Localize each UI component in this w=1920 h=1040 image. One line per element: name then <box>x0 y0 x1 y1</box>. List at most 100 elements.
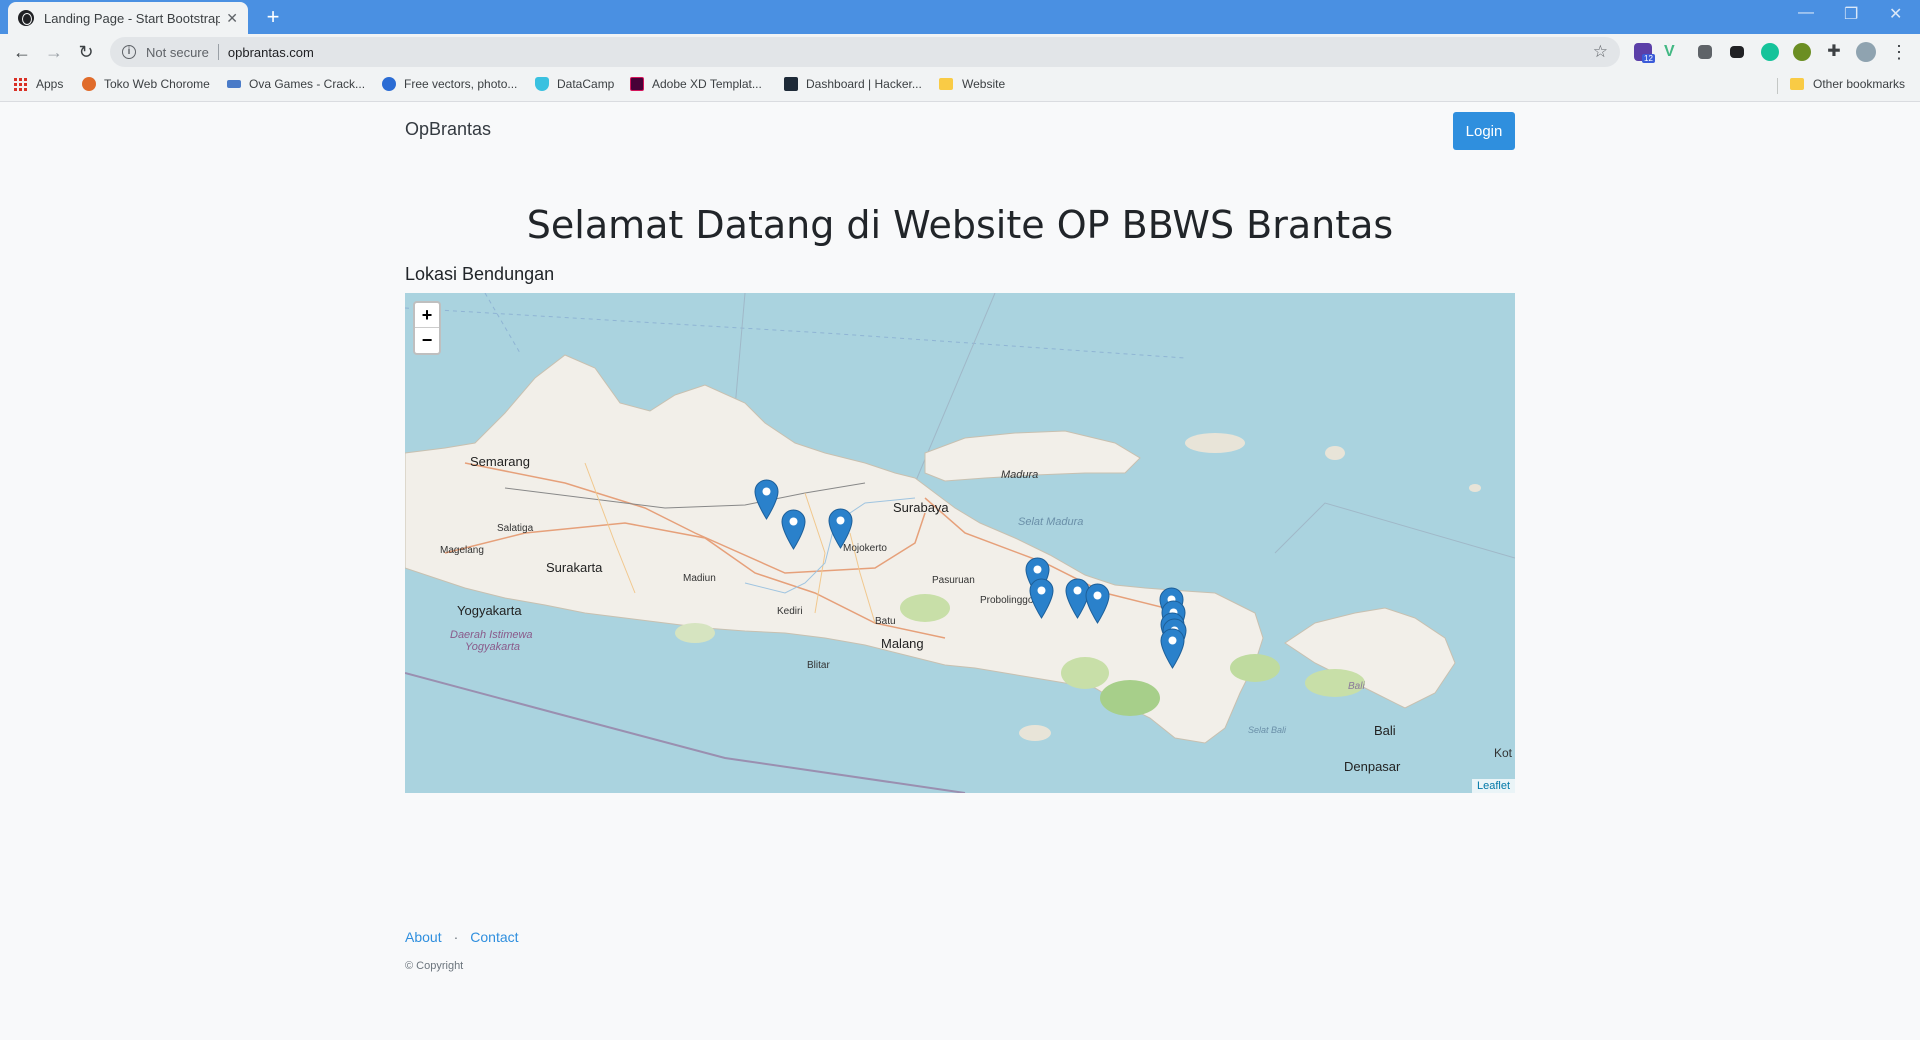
apps-grid-icon <box>14 77 27 91</box>
map-marker-pin-icon[interactable] <box>1160 628 1185 669</box>
restore-icon[interactable]: ❐ <box>1844 4 1858 24</box>
vue-devtools-icon[interactable]: V <box>1664 43 1682 61</box>
map-label: Selat Madura <box>1018 516 1084 528</box>
extension-box-icon[interactable] <box>1730 46 1744 58</box>
footer-contact-link[interactable]: Contact <box>470 929 518 945</box>
bookmark-adobe-xd[interactable]: Adobe XD Templat... <box>630 77 762 91</box>
zoom-control: + − <box>413 301 441 355</box>
map-label: Semarang <box>470 454 530 469</box>
folder-icon <box>1790 78 1804 90</box>
other-bookmarks[interactable]: Other bookmarks <box>1790 77 1905 91</box>
bookmark-favicon-icon <box>82 77 96 91</box>
extensions-puzzle-icon[interactable]: ✚ <box>1825 43 1843 61</box>
map-label: Salatiga <box>497 523 534 534</box>
page-body: OpBrantas Login Selamat Datang di Websit… <box>0 103 1920 1040</box>
bookmark-favicon-icon <box>227 80 241 88</box>
menu-kebab-icon[interactable]: ⋮ <box>1890 43 1908 61</box>
bookmark-favicon-icon <box>382 77 396 91</box>
bookmark-favicon-icon <box>535 77 549 91</box>
bookmarks-bar: Apps Toko Web Chorome Ova Games - Crack.… <box>0 70 1920 102</box>
grammarly-icon[interactable] <box>1761 43 1779 61</box>
map-label: Batu <box>875 616 896 627</box>
footer-about-link[interactable]: About <box>405 929 442 945</box>
extension-globe-icon[interactable] <box>1793 43 1811 61</box>
map-label: Selat Bali <box>1248 725 1287 735</box>
map-marker-pin-icon[interactable] <box>1085 583 1110 624</box>
folder-icon <box>939 78 953 90</box>
map-label: Kediri <box>777 606 803 617</box>
copyright-text: © Copyright <box>405 960 464 972</box>
url-text[interactable]: opbrantas.com <box>228 45 314 60</box>
close-window-icon[interactable]: ✕ <box>1889 4 1902 24</box>
navbar-brand[interactable]: OpBrantas <box>405 119 491 140</box>
map-attribution[interactable]: Leaflet <box>1471 779 1515 793</box>
login-button[interactable]: Login <box>1453 112 1515 150</box>
browser-toolbar: ← → ↻ i Not secure opbrantas.com ☆ 12 V … <box>0 34 1920 70</box>
divider <box>217 44 219 60</box>
map-label: Yogyakarta <box>465 641 521 653</box>
bookmark-label: Adobe XD Templat... <box>652 77 762 91</box>
bookmark-label: Free vectors, photo... <box>404 77 518 91</box>
map-label: Madiun <box>683 573 716 584</box>
bookmark-apps[interactable]: Apps <box>14 77 63 91</box>
footer-separator: · <box>453 929 459 945</box>
profile-avatar[interactable] <box>1856 42 1876 62</box>
map-label: Kot <box>1494 746 1513 760</box>
map-label: Bali <box>1374 723 1396 738</box>
map-label: Daerah Istimewa <box>450 629 533 641</box>
map-view[interactable]: + − Semarang Salatiga Magelang Surakarta… <box>405 293 1515 793</box>
map-marker-pin-icon[interactable] <box>781 509 806 550</box>
bookmark-favicon-icon <box>784 77 798 91</box>
divider <box>1777 78 1778 94</box>
page-title: Selamat Datang di Website OP BBWS Branta… <box>526 203 1394 247</box>
map-label: Denpasar <box>1344 759 1401 774</box>
map-label: Malang <box>881 636 924 651</box>
close-tab-icon[interactable]: ✕ <box>226 10 238 27</box>
globe-icon <box>18 10 34 26</box>
map-marker-pin-icon[interactable] <box>1029 578 1054 619</box>
reload-icon[interactable]: ↻ <box>74 40 98 64</box>
map-heading: Lokasi Bendungan <box>405 264 555 284</box>
map-marker-pin-icon[interactable] <box>828 508 853 549</box>
minimize-icon[interactable]: — <box>1798 4 1814 22</box>
map-label: Pasuruan <box>932 575 975 586</box>
info-icon[interactable]: i <box>122 45 136 59</box>
bookmark-ova-games[interactable]: Ova Games - Crack... <box>227 77 365 91</box>
map-label: Madura <box>1001 469 1039 481</box>
bookmark-hacker[interactable]: Dashboard | Hacker... <box>784 77 922 91</box>
bookmark-label: Dashboard | Hacker... <box>806 77 922 91</box>
security-label: Not secure <box>146 44 209 60</box>
footer-nav: About · Contact <box>405 929 519 945</box>
bookmark-star-icon[interactable]: ☆ <box>1593 42 1608 62</box>
back-icon[interactable]: ← <box>10 40 34 64</box>
map-tiles <box>405 293 1515 793</box>
bookmark-label: Ova Games - Crack... <box>249 77 366 91</box>
bookmark-datacamp[interactable]: DataCamp <box>535 77 614 91</box>
bookmark-label: Apps <box>36 77 64 91</box>
map-label: Bali <box>1348 681 1365 692</box>
tab-title: Landing Page - Start Bootstrap T <box>44 10 221 26</box>
map-label: Blitar <box>807 660 830 671</box>
zoom-out-button[interactable]: − <box>415 328 439 353</box>
browser-tab[interactable]: Landing Page - Start Bootstrap T ✕ <box>8 2 248 34</box>
bookmark-label: DataCamp <box>557 77 615 91</box>
new-tab-button[interactable]: + <box>260 5 286 31</box>
zoom-in-button[interactable]: + <box>415 303 439 328</box>
map-label: Yogyakarta <box>457 603 522 618</box>
map-label: Magelang <box>440 545 484 556</box>
bookmark-label: Toko Web Chorome <box>104 77 210 91</box>
extension-pen-icon[interactable] <box>1698 45 1712 59</box>
bookmark-toko[interactable]: Toko Web Chorome <box>82 77 210 91</box>
forward-icon[interactable]: → <box>42 40 66 64</box>
browser-titlebar: Landing Page - Start Bootstrap T ✕ + — ❐… <box>0 0 1920 34</box>
address-bar[interactable]: i Not secure opbrantas.com ☆ <box>110 37 1620 67</box>
map-label: Surabaya <box>893 500 949 515</box>
bookmark-freepik[interactable]: Free vectors, photo... <box>382 77 517 91</box>
bookmark-label: Website <box>962 77 1006 91</box>
bookmark-website[interactable]: Website <box>939 77 1005 91</box>
map-marker-pin-icon[interactable] <box>754 479 779 520</box>
map-label: Surakarta <box>546 560 603 575</box>
bookmark-label: Other bookmarks <box>1813 77 1906 91</box>
extension-badge: 12 <box>1642 54 1655 63</box>
bookmark-favicon-icon <box>630 77 644 91</box>
